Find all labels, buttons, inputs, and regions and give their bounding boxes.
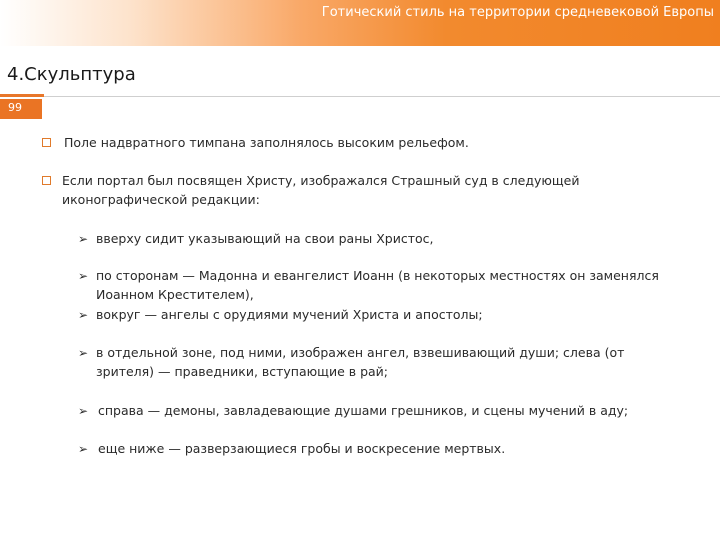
arrow-bullet-icon: ➢ <box>78 442 89 456</box>
square-bullet-icon <box>42 176 51 185</box>
subbullet-text: вокруг — ангелы с орудиями мучений Христ… <box>96 307 483 322</box>
subbullet-text-line1: в отдельной зоне, под ними, изображен ан… <box>96 345 625 360</box>
bullet-text: Поле надвратного тимпана заполнялось выс… <box>64 135 469 150</box>
bullet-text-line1: Если портал был посвящен Христу, изображ… <box>62 173 580 188</box>
page-number-badge: 99 <box>0 99 42 119</box>
arrow-bullet-icon: ➢ <box>78 346 89 360</box>
presentation-title: Готический стиль на территории средневек… <box>321 5 714 20</box>
subbullet-text-line2: зрителя) — праведники, вступающие в рай; <box>96 364 388 379</box>
title-underline-accent <box>0 94 44 97</box>
subbullet-text-line2: Иоанном Крестителем), <box>96 287 254 302</box>
header-band: Готический стиль на территории средневек… <box>0 0 720 46</box>
arrow-bullet-icon: ➢ <box>78 404 89 418</box>
subbullet-text-line1: по сторонам — Мадонна и евангелист Иоанн… <box>96 268 659 283</box>
arrow-bullet-icon: ➢ <box>78 232 89 246</box>
title-underline <box>44 96 720 97</box>
square-bullet-icon <box>42 138 51 147</box>
subbullet-text: вверху сидит указывающий на свои раны Хр… <box>96 231 434 246</box>
subbullet-text: еще ниже — разверзающиеся гробы и воскре… <box>98 441 506 456</box>
arrow-bullet-icon: ➢ <box>78 308 89 322</box>
arrow-bullet-icon: ➢ <box>78 269 89 283</box>
bullet-text-line2: иконографической редакции: <box>62 192 260 207</box>
subbullet-text: справа — демоны, завладевающие душами гр… <box>98 403 629 418</box>
section-title: 4.Скульптура <box>7 64 136 85</box>
